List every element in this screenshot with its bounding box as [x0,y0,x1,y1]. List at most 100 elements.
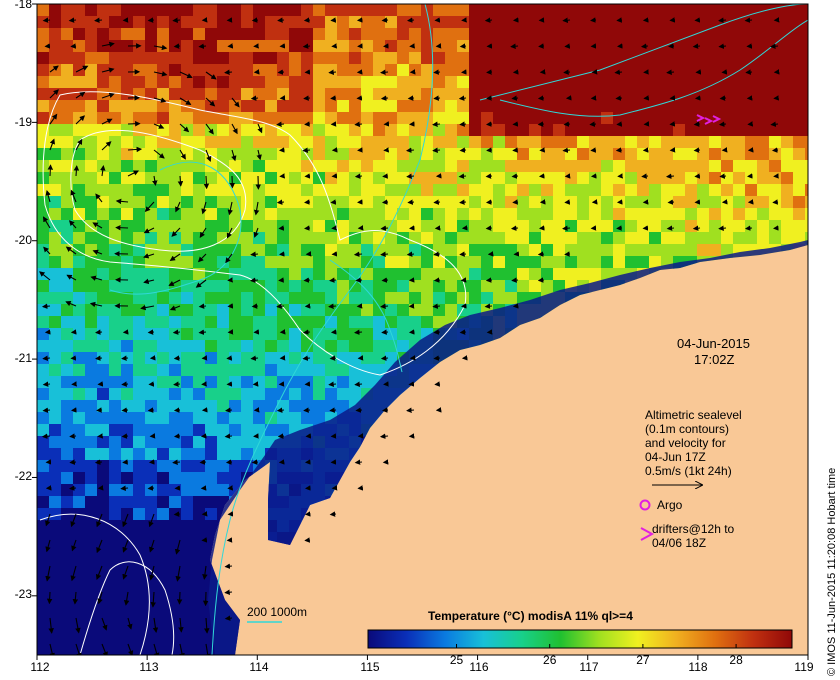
lon-label: 113 [139,660,159,674]
velocity-arrow [666,225,675,231]
velocity-arrow [302,147,311,153]
velocity-arrow [250,251,259,257]
lat-label: -20 [14,233,32,247]
velocity-arrow [172,17,181,23]
lon-label: 119 [794,660,814,674]
velocity-arrow [433,355,441,361]
velocity-arrow [147,407,155,413]
velocity-arrow [433,329,441,335]
velocity-arrow [745,69,753,75]
velocity-arrow [302,355,311,361]
velocity-arrow [203,175,210,190]
velocity-arrow [177,175,184,187]
velocity-arrow [68,485,77,491]
argo-label: Argo [657,498,683,512]
velocity-arrow [303,407,311,413]
velocity-arrow [614,69,623,75]
velocity-arrow [147,329,155,335]
velocity-arrow [537,121,545,127]
velocity-arrow [353,251,363,257]
velocity-arrow [458,173,467,179]
velocity-arrow [718,17,727,23]
velocity-arrow [302,43,311,49]
velocity-arrow [225,407,233,413]
velocity-arrow [147,485,155,491]
velocity-arrow [381,329,389,335]
velocity-arrow [224,69,233,75]
velocity-arrow [277,433,285,439]
velocity-arrow [94,17,103,23]
lon-label: 115 [360,660,380,674]
altimetry-legend-line: 04-Jun 17Z [645,450,706,464]
velocity-arrow [537,277,545,283]
velocity-arrow [615,95,623,101]
velocity-arrow [484,17,493,23]
velocity-arrow [276,303,285,309]
velocity-arrow [224,433,233,439]
velocity-arrow [172,459,181,465]
velocity-arrow [563,121,571,127]
altimetry-legend-line: 0.5m/s (1kt 24h) [645,464,732,478]
velocity-arrow [198,329,207,335]
colorbar-tick-label: 25 [449,653,464,667]
velocity-arrow [277,69,285,75]
velocity-arrow [41,303,51,309]
velocity-arrow [380,251,389,257]
velocity-arrow [407,199,415,205]
velocity-arrow [42,407,51,413]
velocity-arrow [459,121,467,127]
velocity-arrow [459,147,467,153]
lon-label: 118 [688,660,708,674]
velocity-arrow [354,459,363,465]
velocity-arrow [433,277,441,283]
velocity-arrow [73,165,80,177]
velocity-arrow [563,69,571,75]
velocity-arrow [329,511,337,517]
velocity-arrow [173,355,181,361]
velocity-arrow [693,121,701,127]
velocity-arrow [224,615,233,621]
velocity-arrow [381,17,389,23]
velocity-arrow [433,95,441,101]
velocity-arrow [511,173,519,179]
velocity-arrow [250,95,259,101]
velocity-arrow [328,69,337,75]
velocity-arrow [69,433,77,439]
velocity-arrow [719,173,727,179]
velocity-arrow [355,277,363,283]
velocity-arrow [640,43,649,49]
velocity-arrow [121,407,129,413]
velocity-arrow [303,277,311,283]
velocity-arrow [433,69,441,75]
velocity-arrow [172,329,181,335]
velocity-arrow [251,459,259,465]
credit-text: © IMOS 11-Jun-2015 11:20:08 Hobart time [826,467,838,676]
velocity-arrow [302,329,311,335]
velocity-arrow [485,225,493,231]
velocity-arrow [641,173,649,179]
velocity-arrow [511,277,519,283]
velocity-arrow [667,199,675,205]
map-date: 04-Jun-2015 [677,336,750,351]
velocity-arrow [276,121,285,127]
lat-label: -19 [14,115,32,129]
velocity-arrow [173,381,181,387]
velocity-arrow [665,173,675,179]
velocity-arrow [770,43,779,49]
velocity-arrow [744,225,753,231]
velocity-arrow [485,277,493,283]
velocity-arrow [432,147,441,153]
velocity-arrow [744,17,753,23]
velocity-arrow [68,17,77,23]
velocity-arrow [719,95,727,101]
velocity-arrow [718,121,727,127]
velocity-arrow [666,69,675,75]
velocity-arrow [381,277,389,283]
velocity-arrow [510,225,519,231]
velocity-arrow [718,225,727,231]
velocity-arrow [537,251,545,257]
velocity-arrow [459,43,467,49]
velocity-arrow [432,121,441,127]
velocity-arrow [380,95,389,101]
velocity-arrow [249,277,259,283]
